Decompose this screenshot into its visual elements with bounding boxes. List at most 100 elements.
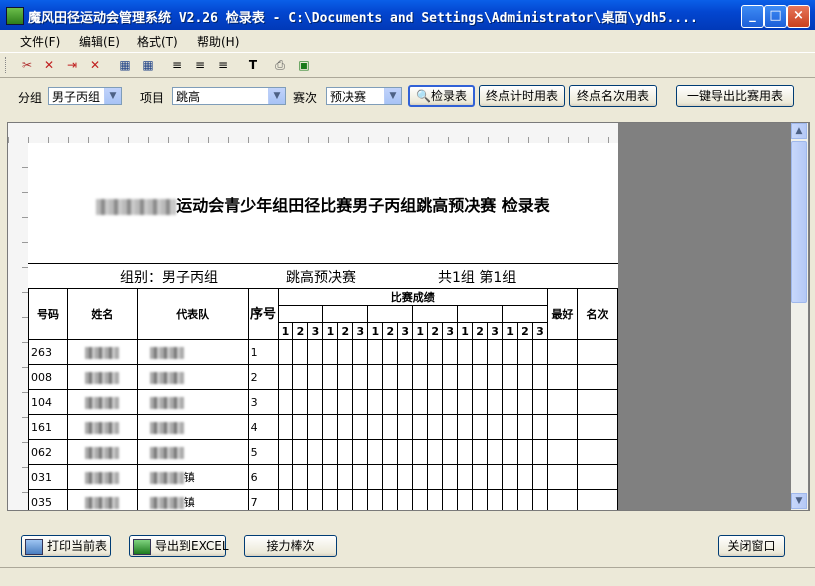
trial-cell[interactable] [382,339,399,365]
trial-cell[interactable] [277,414,294,440]
rank-cell[interactable] [576,414,619,440]
delete-icon[interactable]: ✕ [41,57,57,73]
menu-file[interactable]: 文件(F) [20,33,60,50]
trial-cell[interactable] [367,339,384,365]
trial-cell[interactable] [531,439,548,465]
close-button[interactable]: × [787,5,810,28]
toolbar-grip[interactable] [5,57,9,73]
trial-cell[interactable] [472,414,489,440]
trial-cell[interactable] [457,339,474,365]
chevron-down-icon[interactable]: ▼ [384,88,401,104]
trial-cell[interactable] [367,489,384,510]
trial-cell[interactable] [337,414,354,440]
trial-cell[interactable] [531,389,548,415]
trial-cell[interactable] [367,439,384,465]
event-select[interactable]: 跳高 ▼ [172,87,286,105]
trial-cell[interactable] [397,364,414,390]
trial-cell[interactable] [307,414,324,440]
trial-cell[interactable] [382,439,399,465]
trial-cell[interactable] [442,389,459,415]
trial-cell[interactable] [382,489,399,510]
title-bar[interactable]: 魔风田径运动会管理系统 V2.26 检录表 - C:\Documents and… [0,0,815,30]
trial-cell[interactable] [397,414,414,440]
trial-cell[interactable] [277,389,294,415]
trial-cell[interactable] [531,414,548,440]
trial-cell[interactable] [397,464,414,490]
trial-cell[interactable] [397,389,414,415]
trial-cell[interactable] [427,389,444,415]
trial-cell[interactable] [352,439,369,465]
trial-cell[interactable] [322,414,339,440]
trial-cell[interactable] [337,439,354,465]
trial-cell[interactable] [427,489,444,510]
align-center-icon[interactable]: ≡ [192,57,208,73]
trial-cell[interactable] [442,414,459,440]
rank-cell[interactable] [576,364,619,390]
trial-cell[interactable] [322,439,339,465]
trial-cell[interactable] [307,339,324,365]
trial-cell[interactable] [412,439,429,465]
rank-cell[interactable] [576,489,619,510]
trial-cell[interactable] [517,464,533,490]
trial-cell[interactable] [427,414,444,440]
scroll-down-icon[interactable]: ▼ [791,493,807,509]
trial-cell[interactable] [322,339,339,365]
rank-cell[interactable] [576,464,619,490]
trial-cell[interactable] [397,439,414,465]
trial-cell[interactable] [502,389,519,415]
delete-col-icon[interactable]: ✕ [87,57,103,73]
trial-cell[interactable] [457,439,474,465]
export-excel-button[interactable]: 导出到EXCEL [129,535,229,557]
trial-cell[interactable] [292,339,309,365]
trial-cell[interactable] [517,489,533,510]
trial-cell[interactable] [487,339,504,365]
trial-cell[interactable] [382,389,399,415]
grid-icon[interactable]: ▦ [140,57,156,73]
chevron-down-icon[interactable]: ▼ [104,88,121,104]
trial-cell[interactable] [517,389,533,415]
trial-cell[interactable] [352,389,369,415]
trial-cell[interactable] [277,489,294,510]
trial-cell[interactable] [502,414,519,440]
trial-cell[interactable] [337,464,354,490]
print-icon[interactable]: ⎙ [272,57,288,73]
trial-cell[interactable] [307,389,324,415]
close-window-button[interactable]: 关闭窗口 [718,535,785,557]
delete-row-icon[interactable]: ⇥ [64,57,80,73]
trial-cell[interactable] [472,339,489,365]
trial-cell[interactable] [517,439,533,465]
relay-button[interactable]: 接力棒次 [244,535,337,557]
trial-cell[interactable] [427,364,444,390]
report-viewport[interactable]: 运动会青少年组田径比赛男子丙组跳高预决赛 检录表 组别：男子丙组 跳高预决赛 共… [7,122,810,511]
trial-cell[interactable] [292,414,309,440]
maximize-button[interactable]: □ [764,5,787,28]
trial-cell[interactable] [322,489,339,510]
best-cell[interactable] [546,489,578,510]
best-cell[interactable] [546,339,578,365]
excel-icon[interactable]: ▣ [296,57,312,73]
trial-cell[interactable] [531,489,548,510]
menu-format[interactable]: 格式(T) [137,33,178,50]
trial-cell[interactable] [352,414,369,440]
trial-cell[interactable] [442,339,459,365]
trial-cell[interactable] [277,439,294,465]
trial-cell[interactable] [367,364,384,390]
trial-cell[interactable] [531,364,548,390]
trial-cell[interactable] [337,389,354,415]
trial-cell[interactable] [337,364,354,390]
trial-cell[interactable] [307,489,324,510]
trial-cell[interactable] [457,364,474,390]
trial-cell[interactable] [307,464,324,490]
trial-cell[interactable] [412,464,429,490]
trial-cell[interactable] [517,339,533,365]
trial-cell[interactable] [397,339,414,365]
trial-cell[interactable] [277,339,294,365]
trial-cell[interactable] [412,389,429,415]
trial-cell[interactable] [277,364,294,390]
best-cell[interactable] [546,364,578,390]
timing-table-button[interactable]: 终点计时用表 [479,85,565,107]
trial-cell[interactable] [442,439,459,465]
trial-cell[interactable] [457,389,474,415]
scroll-thumb[interactable] [791,141,807,303]
trial-cell[interactable] [292,464,309,490]
